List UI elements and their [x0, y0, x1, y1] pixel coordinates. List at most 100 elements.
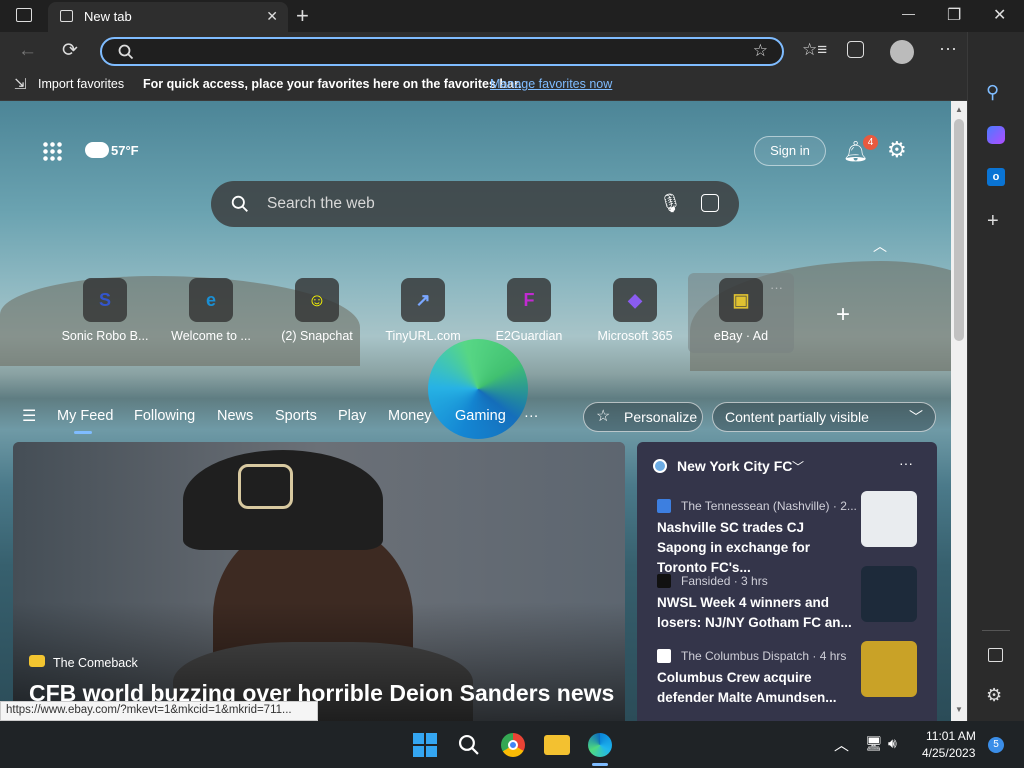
profile-avatar[interactable] [890, 40, 914, 64]
sidebar-settings-icon[interactable]: ⚙ [986, 685, 1002, 706]
news-thumbnail[interactable] [861, 641, 917, 697]
content-visibility-value: Content partially visible [725, 409, 869, 425]
topic-title[interactable]: New York City FC [677, 458, 792, 474]
scroll-thumb[interactable] [954, 119, 964, 341]
topic-chevron-icon[interactable]: ﹀ [792, 458, 804, 475]
nycfc-logo-icon [653, 459, 667, 473]
feed-more-icon[interactable]: ··· [524, 408, 539, 424]
refresh-icon[interactable]: ⟳ [62, 39, 78, 62]
close-window-button[interactable]: ✕ [993, 5, 1006, 25]
quick-link-tile[interactable]: ▣ eBay · Ad [688, 273, 794, 353]
news-item[interactable]: Fansided · 3 hrs NWSL Week 4 winners and … [657, 566, 917, 633]
favorites-hint: For quick access, place your favorites h… [143, 77, 522, 91]
page-settings-gear-icon[interactable]: ⚙ [887, 137, 907, 163]
manage-favorites-link[interactable]: Manage favorites now [490, 77, 612, 91]
feed-tab[interactable]: Following [134, 408, 195, 424]
favorites-icon[interactable]: ☆≡ [802, 40, 827, 60]
add-quick-link-icon[interactable]: + [836, 301, 850, 329]
file-explorer-icon[interactable] [544, 735, 570, 755]
quick-link-label: E2Guardian [495, 329, 563, 343]
edge-taskbar-icon[interactable] [588, 733, 612, 757]
weather-temp[interactable]: 57°F [111, 143, 139, 158]
address-bar[interactable]: ☆ [100, 37, 784, 66]
search-icon [118, 44, 134, 60]
address-input[interactable] [142, 42, 742, 62]
import-favorites-icon[interactable]: ⇲ [14, 75, 27, 93]
quick-link-tile[interactable]: ↗ TinyURL.com [370, 273, 476, 353]
cap-logo [238, 464, 293, 509]
collections-icon[interactable] [847, 41, 864, 58]
personalize-button[interactable]: ☆ Personalize [583, 402, 703, 432]
news-source-icon [657, 574, 671, 588]
clock-time[interactable]: 11:01 AM [926, 729, 976, 743]
feed-tab[interactable]: Money [388, 408, 432, 424]
news-headline[interactable]: NWSL Week 4 winners and losers: NJ/NY Go… [657, 593, 857, 633]
quick-link-label: Microsoft 365 [597, 329, 673, 343]
tab-close-icon[interactable]: ✕ [266, 8, 278, 25]
sidebar-panel-icon[interactable] [988, 648, 1003, 662]
import-favorites-link[interactable]: Import favorites [38, 77, 124, 91]
feed-tab[interactable]: News [217, 408, 253, 424]
browser-window: New tab ✕ + — ❐ ✕ ← ⟳ ☆ ☆≡ ··· b ⇲ Impor… [0, 0, 1024, 768]
tab-actions-icon[interactable] [16, 8, 32, 22]
tab-page-icon [60, 10, 73, 22]
microphone-icon[interactable]: 🎙︎ [659, 193, 682, 214]
news-headline[interactable]: Nashville SC trades CJ Sapong in exchang… [657, 518, 857, 578]
sign-in-button[interactable]: Sign in [754, 136, 826, 166]
sidebar-search-icon[interactable]: ⚲ [986, 82, 999, 103]
quick-link-tile[interactable]: F E2Guardian [476, 273, 582, 353]
back-icon[interactable]: ← [18, 40, 37, 62]
quick-link-label: Sonic Robo B... [61, 329, 149, 343]
volume-icon[interactable]: 🔊︎ [888, 735, 897, 752]
scrollbar[interactable]: ▲ ▼ [951, 101, 967, 721]
chrome-icon[interactable] [501, 733, 525, 757]
web-search-box[interactable]: Search the web 🎙︎ [211, 181, 739, 227]
quick-link-icon: F [507, 278, 551, 322]
quick-link-tile[interactable]: ◆ Microsoft 365 [582, 273, 688, 353]
tray-chevron-icon[interactable]: ︿ [834, 734, 849, 755]
quick-link-tile[interactable]: S Sonic Robo B... [52, 273, 158, 353]
card-more-icon[interactable]: ··· [899, 455, 913, 471]
quick-link-tile[interactable]: e Welcome to ... [158, 273, 264, 353]
clock-date[interactable]: 4/25/2023 [922, 746, 975, 760]
sidebar-add-icon[interactable]: + [987, 210, 999, 233]
feed-tab[interactable]: My Feed [57, 408, 113, 424]
quick-link-tile[interactable]: ☺ (2) Snapchat [264, 273, 370, 353]
quick-link-label: eBay · Ad [713, 329, 769, 343]
news-item[interactable]: The Tennessean (Nashville) · 2... Nashvil… [657, 491, 917, 578]
add-favorite-icon[interactable]: ☆ [753, 41, 768, 61]
restore-button[interactable]: ❐ [947, 5, 961, 25]
notification-badge[interactable]: 5 [988, 737, 1004, 753]
minimize-button[interactable]: — [902, 6, 915, 21]
content-visibility-dropdown[interactable]: Content partially visible ﹀ [712, 402, 936, 432]
network-icon[interactable]: 🖥︎ [865, 735, 883, 752]
apps-launcher-icon[interactable] [42, 141, 62, 161]
news-thumbnail[interactable] [861, 566, 917, 622]
feed-tab[interactable]: Sports [275, 408, 317, 424]
visual-search-icon[interactable] [701, 194, 719, 212]
edge-active-indicator [592, 763, 608, 766]
taskbar-search-icon[interactable] [458, 734, 480, 756]
new-tab-button[interactable]: + [296, 3, 309, 29]
scroll-down-icon[interactable]: ▼ [955, 705, 963, 714]
start-icon[interactable] [413, 733, 437, 757]
quick-link-icon: S [83, 278, 127, 322]
sidebar-copilot-icon[interactable] [987, 126, 1005, 144]
scroll-up-icon[interactable]: ▲ [955, 105, 963, 114]
feed-tab[interactable]: Play [338, 408, 366, 424]
more-menu-icon[interactable]: ··· [939, 38, 957, 59]
quick-link-label: TinyURL.com [385, 329, 461, 343]
quick-link-label: Welcome to ... [171, 329, 251, 343]
news-headline[interactable]: Columbus Crew acquire defender Malte Amu… [657, 668, 857, 708]
sidebar-outlook-icon[interactable]: o [987, 168, 1005, 186]
hero-story-card[interactable]: The Comeback CFB world buzzing over horr… [13, 442, 625, 722]
weather-icon[interactable] [85, 142, 109, 158]
news-item[interactable]: The Columbus Dispatch · 4 hrs Columbus Cr… [657, 641, 917, 708]
personalize-icon: ☆ [596, 408, 611, 425]
news-thumbnail[interactable] [861, 491, 917, 547]
feed-tab[interactable]: Gaming [455, 408, 506, 424]
topic-news-card: New York City FC ﹀ ··· The Tennessean (N… [637, 442, 937, 722]
feed-menu-icon[interactable]: ☰ [22, 406, 36, 426]
collapse-chevron-icon[interactable]: ︿ [873, 236, 887, 256]
tab-new-tab[interactable]: New tab ✕ [48, 2, 288, 32]
